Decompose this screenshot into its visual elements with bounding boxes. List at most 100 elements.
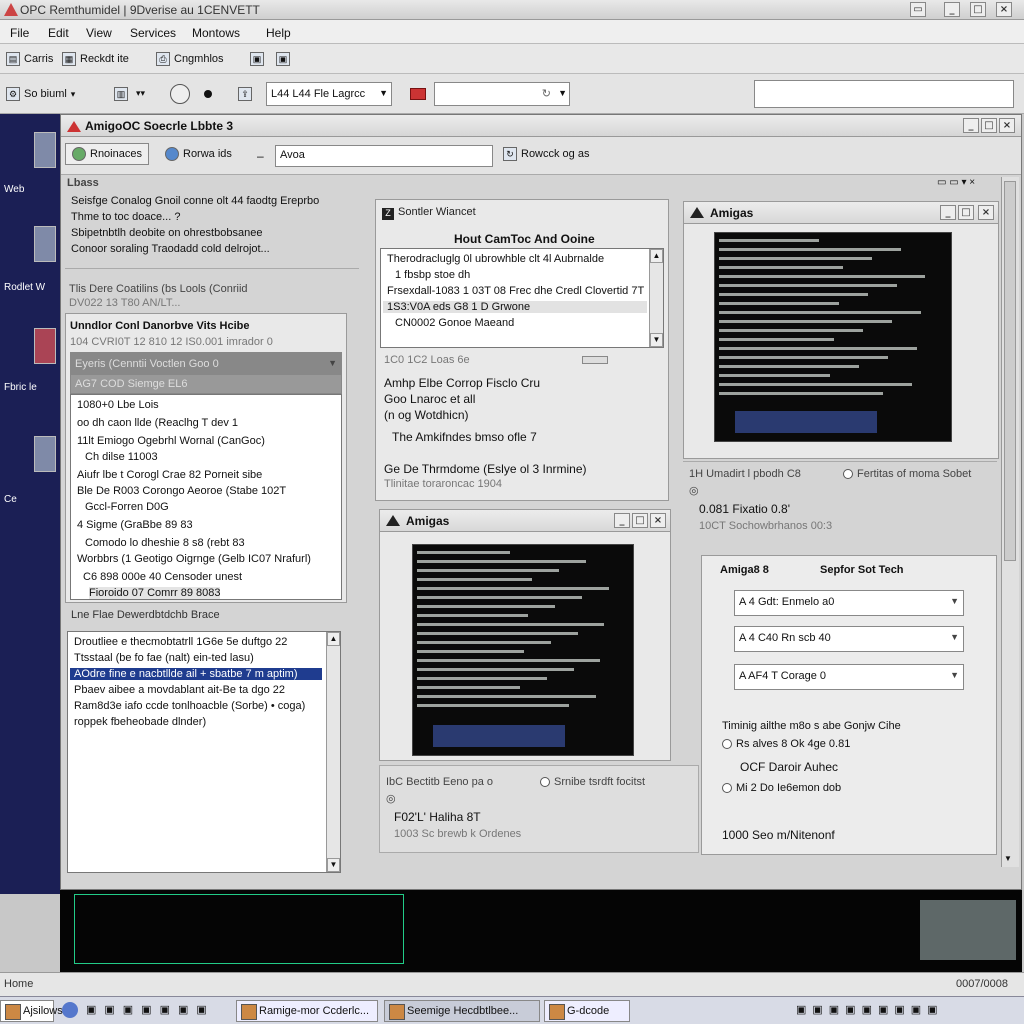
minimize-button[interactable]: _: [614, 513, 630, 528]
refresh-icon[interactable]: ↻: [542, 87, 551, 100]
list-item[interactable]: 1 fbsbp stoe dh: [395, 269, 470, 281]
computer-icon[interactable]: [34, 226, 56, 262]
scrollbar[interactable]: ▲ ▼: [326, 632, 340, 872]
main-scrollbar[interactable]: ▼: [1001, 177, 1019, 867]
info-item[interactable]: Thme to toc doace... ?: [71, 211, 180, 223]
minimize-button[interactable]: _: [940, 205, 956, 220]
menu-view[interactable]: View: [86, 26, 112, 40]
building-icon[interactable]: ▥: [114, 87, 128, 101]
terminal-pane-right[interactable]: [920, 900, 1016, 960]
list-item[interactable]: Comodo lo dheshie 8 s8 (rebt 83: [85, 537, 245, 549]
progress-slider[interactable]: [582, 356, 608, 364]
list-item[interactable]: Droutliee e thecmobtatrll 1G6e 5e duftgo…: [74, 636, 287, 648]
info-item[interactable]: Sbipetnbtlh deobite on ohrestbobsanee: [71, 227, 262, 239]
list-item[interactable]: Therodracluglg 0l ubrowhble clt 4l Aubrn…: [387, 253, 604, 265]
so-biuml-button[interactable]: ⚙ So biuml ▾: [6, 87, 75, 101]
menu-edit[interactable]: Edit: [48, 26, 69, 40]
address-input[interactable]: [754, 80, 1014, 108]
scroll-up-icon[interactable]: ▲: [327, 632, 340, 646]
close-button[interactable]: ×: [996, 2, 1012, 17]
list-item[interactable]: oo dh caon llde (Reaclhg T dev 1: [77, 417, 238, 429]
drive-icon[interactable]: [34, 436, 56, 472]
carris-button[interactable]: ▤ Carris: [6, 52, 53, 66]
list-item[interactable]: CN0002 Gonoe Maeand: [395, 317, 514, 329]
list-item[interactable]: Ttsstaal (be fo fae (nalt) ein-ted lasu): [74, 652, 254, 664]
list-item[interactable]: 4 Sigme (GraBbe 89 83: [77, 519, 193, 531]
terminal-pane-left[interactable]: [74, 894, 404, 964]
reckdt-button[interactable]: ▦ Reckdt ite: [62, 52, 129, 66]
stop-icon[interactable]: [410, 88, 426, 100]
menu-services[interactable]: Services: [130, 26, 176, 40]
scroll-thumb[interactable]: [1004, 181, 1016, 561]
tray-icons[interactable]: ▣▣▣▣▣▣▣▣▣: [796, 1003, 944, 1016]
browser-icon[interactable]: [62, 1002, 78, 1018]
minimize-button[interactable]: _: [963, 118, 979, 133]
close-button[interactable]: ×: [978, 205, 994, 220]
list-item[interactable]: 1080+0 Lbe Lois: [77, 399, 159, 411]
disk-icon[interactable]: ▣: [276, 52, 290, 66]
minimize-button[interactable]: _: [944, 2, 960, 17]
list-item[interactable]: Pbaev aibee a movdablant ait-Be ta dgo 2…: [74, 684, 285, 696]
task-gdcode[interactable]: G-dcode: [544, 1000, 630, 1022]
dot-icon[interactable]: [204, 90, 212, 98]
setting-select-1[interactable]: A 4 Gdt: Enmelo a0 ▼: [734, 590, 964, 616]
close-button[interactable]: ×: [650, 513, 666, 528]
monitor-icon[interactable]: [34, 132, 56, 168]
info-item[interactable]: Conoor soraling Traodadd cold delrojot..…: [71, 243, 270, 255]
panel-controls[interactable]: ▭ ▭ ▾ ×: [937, 177, 975, 188]
scroll-down-icon[interactable]: ▼: [1004, 854, 1012, 863]
amiga-terminal-screen[interactable]: [412, 544, 634, 756]
list-item[interactable]: Aiufr lbe t Corogl Crae 82 Porneit sibe: [77, 469, 262, 481]
list-item-selected[interactable]: AOdre fine e nacbtllde ail + sbatbe 7 m …: [70, 668, 322, 680]
radio-icon[interactable]: ◎: [386, 792, 396, 805]
radio-icon[interactable]: ◎: [689, 484, 699, 497]
list-item[interactable]: 1S3:V0A eds G8 1 D Grwone: [383, 301, 647, 313]
scrollbar[interactable]: ▲ ▼: [649, 249, 663, 347]
layer-select[interactable]: L44 L44 Fle Lagrcc ▼: [266, 82, 392, 106]
scroll-up-icon[interactable]: ▲: [650, 249, 663, 263]
settings-radio-2[interactable]: Mi 2 Do Ie6emon dob: [722, 782, 841, 794]
list-item[interactable]: Ble De R003 Corongo Aeoroe (Stabe 102T: [77, 485, 286, 497]
list-item[interactable]: Gccl-Forren D0G: [85, 501, 169, 513]
menu-file[interactable]: File: [10, 26, 29, 40]
setting-select-3[interactable]: A AF4 T Corage 0 ▼: [734, 664, 964, 690]
package-icon[interactable]: [34, 328, 56, 364]
cngmhlos-button[interactable]: ⎙ Cngmhlos: [156, 52, 224, 66]
start-button[interactable]: Ajsilows: [0, 1000, 63, 1022]
chevron-down-icon[interactable]: ▼: [558, 88, 567, 98]
settings-radio-1[interactable]: Rs alves 8 Ok 4ge 0.81: [722, 738, 850, 750]
amiga-terminal-screen[interactable]: [714, 232, 952, 442]
list-item[interactable]: Worbbrs (1 Geotigo Oigrnge (Gelb IC07 Nr…: [77, 553, 311, 565]
maximize-button[interactable]: □: [970, 2, 986, 17]
task-seemige[interactable]: Seemige Hecdbtlbee...: [384, 1000, 540, 1022]
record-icon[interactable]: [170, 84, 190, 104]
search-input[interactable]: ↻ ▼: [434, 82, 570, 106]
list-item[interactable]: C6 898 000e 40 Censoder unest: [83, 571, 242, 583]
rowcck-button[interactable]: ↻ Rowcck og as: [503, 147, 589, 161]
list-item[interactable]: Ch dilse 11003: [85, 451, 158, 463]
folder-icon[interactable]: ▭: [910, 2, 926, 17]
menu-montows[interactable]: Montows: [192, 26, 240, 40]
quicklaunch-icons[interactable]: ▣▣▣▣▣▣▣: [86, 1003, 215, 1016]
amigo-field[interactable]: Avoa: [275, 145, 493, 167]
maximize-button[interactable]: □: [981, 118, 997, 133]
rorwa-button[interactable]: Rorwa ids: [165, 147, 232, 161]
task-ramige[interactable]: Ramige-mor Ccderlc...: [236, 1000, 378, 1022]
storage-select[interactable]: AG7 COD Siemge EL6: [70, 374, 342, 394]
amigas-mid-footer-right[interactable]: Srnibe tsrdft focitst: [540, 776, 645, 788]
close-button[interactable]: ×: [999, 118, 1015, 133]
menu-help[interactable]: Help: [266, 26, 291, 40]
amigas-right-info-right[interactable]: Fertitas of moma Sobet: [843, 468, 971, 480]
list-item[interactable]: roppek fbeheobade dlnder): [74, 716, 206, 728]
scroll-down-icon[interactable]: ▼: [327, 858, 340, 872]
chevron-down-icon[interactable]: ▾▾: [136, 88, 145, 99]
center-list[interactable]: Therodracluglg 0l ubrowhble clt 4l Aubrn…: [380, 248, 664, 348]
rnoinaces-button[interactable]: Rnoinaces: [65, 143, 149, 165]
list-item[interactable]: 11lt Emiogo Ogebrhl Wornal (CanGoc): [77, 435, 265, 447]
save-icon[interactable]: ▣: [250, 52, 264, 66]
list-item[interactable]: Frsexdall-1083 1 03T 08 Frec dhe Credl C…: [387, 285, 644, 297]
list-item[interactable]: Ram8d3e iafo ccde tonlhoacble (Sorbe) • …: [74, 700, 305, 712]
drive-list[interactable]: 1080+0 Lbe Lois oo dh caon llde (Reaclhg…: [70, 394, 342, 600]
info-item[interactable]: Seisfge Conalog Gnoil conne olt 44 faodt…: [71, 195, 319, 207]
event-list[interactable]: Droutliee e thecmobtatrll 1G6e 5e duftgo…: [67, 631, 341, 873]
